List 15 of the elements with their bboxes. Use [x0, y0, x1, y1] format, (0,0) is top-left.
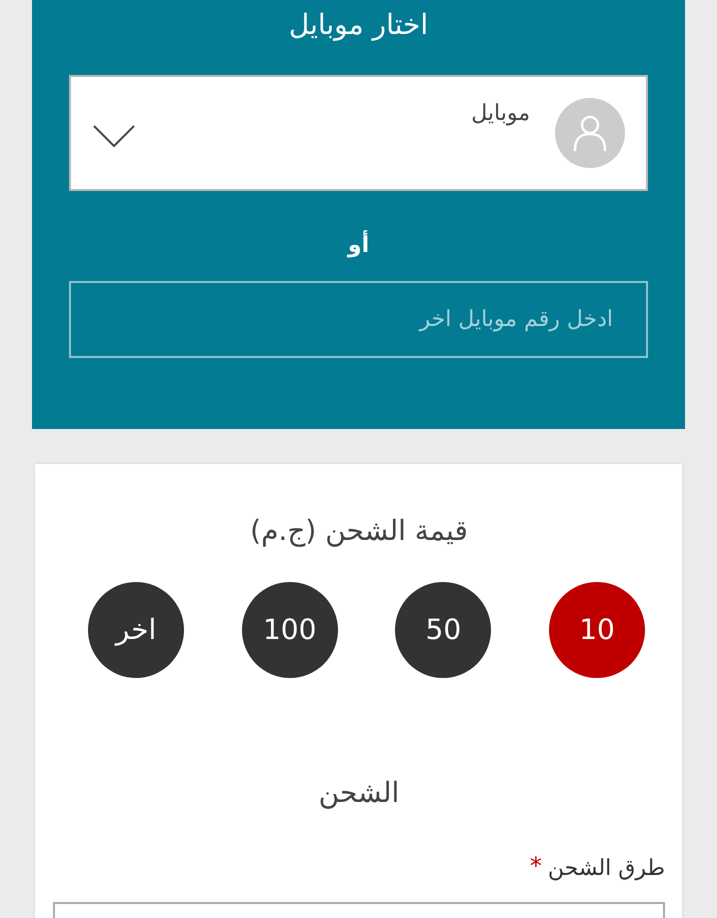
phone-number-input[interactable]: ادخل رقم موبايل اخر: [69, 281, 648, 358]
amount-option[interactable]: 100: [242, 582, 338, 678]
select-value: موبايل: [471, 101, 530, 126]
panel-title: اختار موبايل: [288, 7, 428, 43]
amount-title: قيمة الشحن (ج.م): [250, 513, 468, 549]
amount-option[interactable]: 10: [549, 582, 645, 678]
chevron-down-icon: [93, 125, 135, 147]
amount-option[interactable]: 50: [395, 582, 492, 678]
user-avatar-icon: [555, 98, 625, 168]
field-label: طرق الشحن: [548, 855, 665, 883]
mobile-select[interactable]: موبايل: [69, 75, 648, 191]
section-title: الشحن: [318, 775, 400, 811]
required-asterisk: *: [530, 854, 542, 878]
amount-option[interactable]: اخر: [88, 582, 184, 678]
or-separator: أو: [348, 231, 370, 261]
